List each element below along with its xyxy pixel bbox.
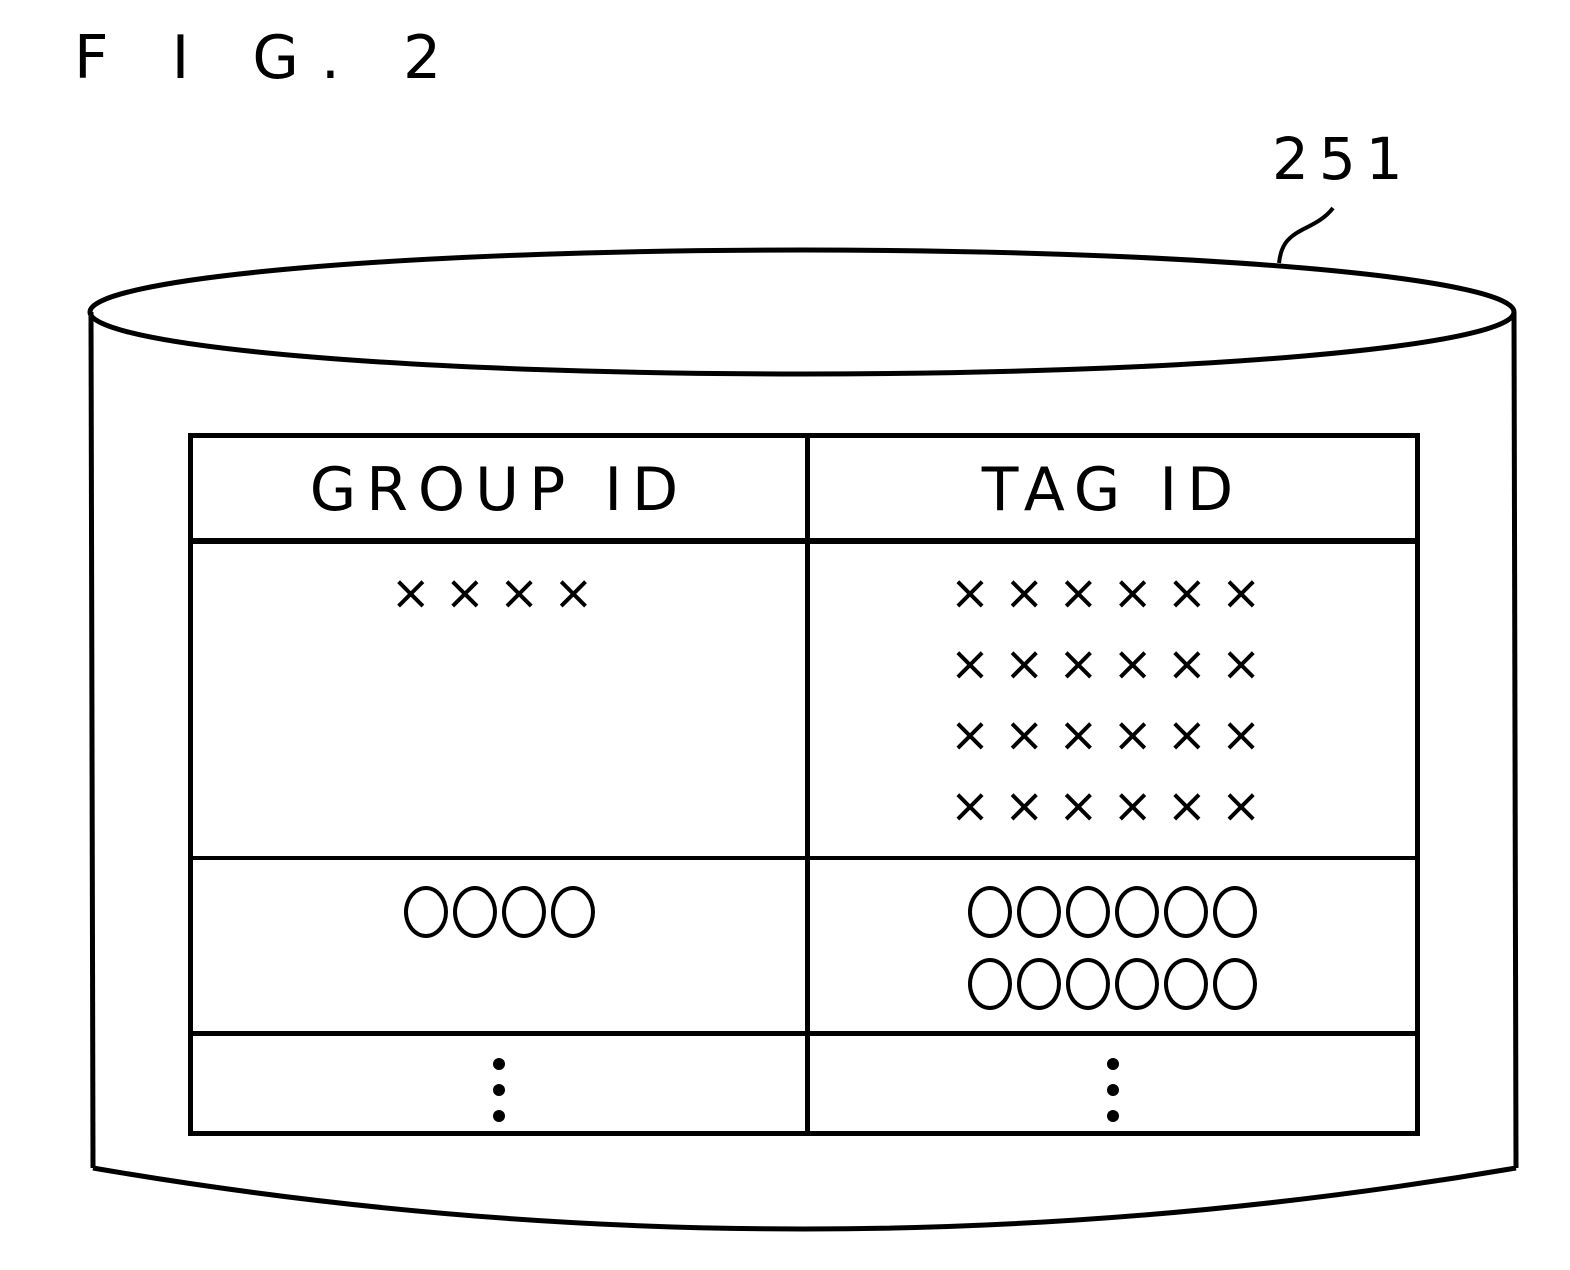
header-group-id: GROUP ID [309, 455, 689, 525]
ellipsis-dot [493, 1110, 505, 1122]
tag-id-value: ×××××× [949, 636, 1276, 692]
header-tag-id: TAG ID [981, 455, 1244, 525]
cylinder-left-side [88, 311, 96, 1169]
oval-mark [1115, 886, 1159, 938]
tag-id-oval-line [810, 886, 1415, 938]
cylinder-top [87, 247, 1517, 377]
oval-mark [1066, 958, 1110, 1010]
oval-mark [1213, 958, 1257, 1010]
ellipsis-dot [1106, 1110, 1119, 1122]
ellipsis-dot [493, 1058, 505, 1070]
ellipsis-dot [493, 1084, 505, 1096]
tag-id-value: ×××××× [949, 707, 1276, 763]
tag-id-value: ×××××× [949, 778, 1276, 834]
cylinder-bottom [92, 1165, 1517, 1232]
group-tag-table: GROUP ID TAG ID ×××× ×××××× ×××××× ×××××… [188, 433, 1420, 1136]
oval-mark [501, 886, 546, 938]
row-divider [193, 856, 1415, 860]
group-id-value-ovals [193, 886, 805, 958]
oval-mark [550, 886, 595, 938]
group-id-ellipsis [193, 1058, 805, 1122]
oval-mark [1164, 958, 1208, 1010]
cylinder-right-side [1511, 311, 1519, 1169]
oval-mark [1017, 886, 1061, 938]
row-divider [193, 1031, 1415, 1036]
leader-line [1277, 206, 1335, 264]
header-divider [193, 538, 1415, 544]
oval-mark [1213, 886, 1257, 938]
tag-id-ellipsis [810, 1058, 1415, 1122]
ellipsis-dot [1106, 1084, 1119, 1096]
oval-mark [403, 886, 448, 938]
oval-mark [1164, 886, 1208, 938]
oval-mark [1115, 958, 1159, 1010]
tag-id-value: ×××××× [949, 565, 1276, 621]
oval-mark [1066, 886, 1110, 938]
group-id-value: ×××× [390, 565, 608, 621]
tag-id-value-ovals [810, 886, 1415, 1030]
oval-mark [968, 886, 1012, 938]
tag-id-values: ×××××× ×××××× ×××××× ×××××× [810, 558, 1415, 842]
oval-mark [452, 886, 497, 938]
ellipsis-dot [1106, 1058, 1119, 1070]
oval-mark [1017, 958, 1061, 1010]
tag-id-oval-line [810, 958, 1415, 1010]
oval-mark [968, 958, 1012, 1010]
